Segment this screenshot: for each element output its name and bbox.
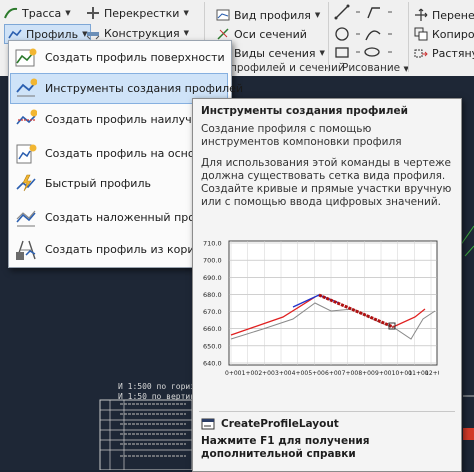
profile-tools-icon bbox=[16, 78, 37, 96]
chart-x-tick-label: 1+00 bbox=[242, 370, 259, 377]
profile-view-label: Вид профиля bbox=[234, 8, 311, 22]
command-icon bbox=[201, 418, 215, 430]
menu-item-label: Инструменты создания профилей bbox=[45, 82, 244, 95]
panel-title-draw-label: Рисование bbox=[342, 62, 401, 74]
quick-profile-icon bbox=[16, 174, 36, 191]
menu-item-label: Создать профиль поверхности bbox=[45, 51, 225, 64]
sample-lines-icon bbox=[217, 28, 229, 40]
chart-y-tick-label: 680.0 bbox=[203, 291, 222, 299]
tooltip-help: Нажмите F1 для получения дополнительной … bbox=[201, 435, 370, 460]
move-button[interactable]: Перенест bbox=[414, 6, 474, 24]
chart-x-tick-label: 9+00 bbox=[375, 370, 392, 377]
menu-item-label: Быстрый профиль bbox=[45, 177, 151, 190]
move-icon bbox=[415, 8, 428, 21]
chart-y-tick-label: 640.0 bbox=[203, 360, 222, 368]
tooltip-description: Для использования этой команды в чертеже… bbox=[201, 157, 452, 208]
chart-y-tick-label: 660.0 bbox=[203, 325, 222, 333]
alignment-button[interactable]: Трасса ▼ bbox=[4, 4, 71, 22]
intersection-icon bbox=[87, 7, 99, 19]
alignment-icon bbox=[4, 7, 18, 19]
chart-x-tick-label: 3+00 bbox=[275, 370, 292, 377]
tooltip: Инструменты создания профилей Создание п… bbox=[192, 98, 462, 472]
chart-x-tick-label: 4+00 bbox=[292, 370, 309, 377]
surface-profile-icon bbox=[15, 48, 37, 66]
tooltip-divider bbox=[199, 411, 455, 412]
chevron-down-icon: ▼ bbox=[183, 9, 189, 17]
stretch-icon bbox=[414, 49, 428, 58]
copy-label: Копиров bbox=[432, 27, 474, 41]
intersections-button[interactable]: Перекрестки ▼ bbox=[86, 4, 189, 22]
corridor-profile-icon bbox=[16, 240, 36, 260]
draw-tools bbox=[334, 4, 392, 58]
tooltip-title: Инструменты создания профилей bbox=[201, 105, 408, 117]
ellipse-tool-icon[interactable] bbox=[364, 47, 380, 57]
chart-x-tick-label: 5+00 bbox=[308, 370, 325, 377]
chart-y-tick-label: 710.0 bbox=[203, 240, 222, 248]
chevron-down-icon: ▼ bbox=[314, 11, 321, 19]
profile-view-button[interactable]: Вид профиля ▼ bbox=[216, 6, 320, 24]
copy-icon bbox=[414, 27, 428, 41]
rectangle-tool-icon[interactable] bbox=[335, 47, 349, 58]
circle-tool-icon[interactable] bbox=[335, 27, 349, 41]
chart-x-tick-label: 6+00 bbox=[325, 370, 342, 377]
chart-y-tick-label: 700.0 bbox=[203, 257, 222, 265]
profile-view-icon bbox=[216, 9, 230, 21]
section-views-button[interactable]: Виды сечения ▼ bbox=[216, 44, 325, 62]
chart-x-tick-label: 2+00 bbox=[258, 370, 275, 377]
chart-x-tick-label: 7+00 bbox=[342, 370, 359, 377]
move-label: Перенест bbox=[432, 8, 474, 22]
intersections-label: Перекрестки bbox=[104, 6, 180, 20]
chevron-down-icon: ▼ bbox=[65, 9, 71, 17]
dropdown-arrows[interactable] bbox=[356, 11, 392, 53]
stretch-button[interactable]: Растянут bbox=[414, 44, 474, 62]
assembly-icon bbox=[86, 32, 100, 40]
ribbon-separator bbox=[328, 2, 329, 72]
tooltip-command: CreateProfileLayout bbox=[201, 417, 339, 431]
tooltip-preview-chart: 710.0 700.0 690.0 680.0 670.0 660.0 650.0 640.0… bbox=[203, 240, 439, 378]
stretch-label: Растянут bbox=[432, 46, 474, 60]
chart-y-ticks: 710.0 700.0 690.0 680.0 670.0 660.0 650.0 640.0 bbox=[203, 240, 222, 368]
file-profile-icon bbox=[16, 144, 37, 163]
ribbon-separator bbox=[408, 2, 409, 72]
superimposed-profile-icon bbox=[16, 210, 36, 226]
tooltip-command-name: CreateProfileLayout bbox=[221, 418, 339, 430]
tooltip-summary: Создание профиля с помощью инструментов … bbox=[201, 123, 402, 148]
copy-button[interactable]: Копиров bbox=[414, 25, 474, 43]
chart-x-tick-label: 12+00 bbox=[425, 370, 439, 377]
chart-x-tick-label: 8+00 bbox=[358, 370, 375, 377]
polyline-tool-icon[interactable] bbox=[367, 7, 380, 19]
menu-item-create-surface-profile[interactable]: Создать профиль поверхности bbox=[11, 43, 227, 72]
profile-label: Профиль bbox=[26, 27, 79, 41]
chevron-down-icon: ▼ bbox=[319, 49, 325, 57]
line-tool-icon[interactable] bbox=[334, 4, 350, 20]
sample-lines-label: Оси сечений bbox=[234, 27, 307, 41]
profile-icon bbox=[8, 29, 22, 39]
panel-title-draw[interactable]: Рисование ▼ bbox=[342, 62, 409, 74]
section-views-label: Виды сечения bbox=[234, 46, 316, 60]
chart-x-ticks: 0+00 1+00 2+00 3+00 4+00 5+00 6+00 7+00 8+00 9+00… bbox=[225, 370, 439, 377]
chart-y-tick-label: 650.0 bbox=[203, 342, 222, 350]
chart-x-tick-label: 0+00 bbox=[225, 370, 242, 377]
arc-tool-icon[interactable] bbox=[365, 30, 381, 41]
best-fit-profile-icon bbox=[16, 109, 37, 125]
assembly-label: Конструкция bbox=[104, 26, 180, 40]
alignment-label: Трасса bbox=[22, 6, 62, 20]
chevron-down-icon: ▼ bbox=[183, 29, 189, 37]
chart-y-tick-label: 690.0 bbox=[203, 274, 222, 282]
chart-y-tick-label: 670.0 bbox=[203, 308, 222, 316]
